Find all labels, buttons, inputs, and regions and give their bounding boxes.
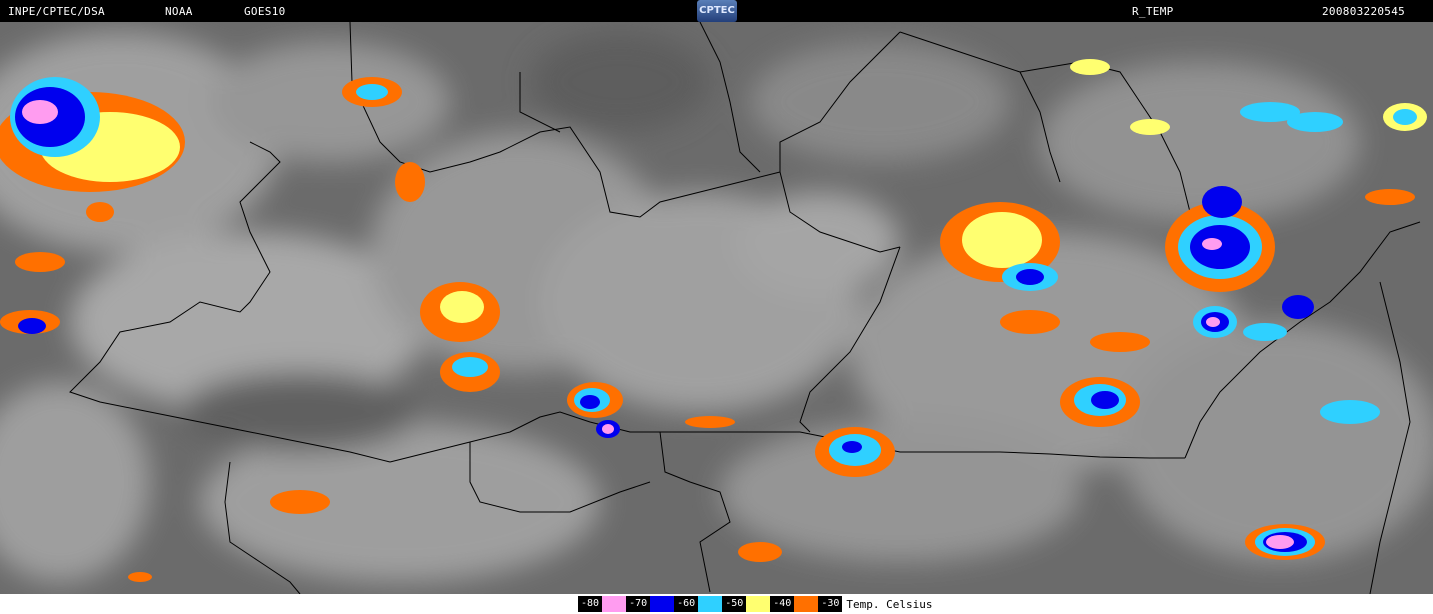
satellite-map-svg — [0, 22, 1433, 594]
legend-swatch-0 — [602, 596, 627, 612]
legend-swatch-4 — [794, 596, 819, 612]
storm-cell — [0, 310, 60, 334]
datetime-label: 200803220545 — [1322, 5, 1406, 18]
legend-swatch-1 — [650, 596, 675, 612]
legend-label-1: -70 — [626, 596, 651, 612]
storm-cell — [1245, 524, 1325, 560]
legend-bar: -80 -70 -60 -50 -40 -30 Temp. Celsius — [0, 594, 1433, 614]
legend-swatch-3 — [746, 596, 771, 612]
legend-label-3: -50 — [722, 596, 747, 612]
storm-cell — [815, 427, 895, 477]
legend-units: Temp. Celsius — [846, 597, 933, 611]
header-bar: INPE/CPTEC/DSA NOAA GOES10 CPTEC R_TEMP … — [0, 0, 1433, 22]
product-label: R_TEMP — [1132, 5, 1174, 18]
legend-swatch-2 — [698, 596, 723, 612]
temperature-legend: -80 -70 -60 -50 -40 -30 Temp. Celsius — [578, 596, 932, 612]
legend-label-4: -40 — [770, 596, 795, 612]
satellite-image — [0, 22, 1433, 594]
source-label: INPE/CPTEC/DSA — [8, 5, 105, 18]
legend-label-2: -60 — [674, 596, 699, 612]
cptec-logo: CPTEC — [697, 0, 737, 22]
satellite-label: GOES10 — [244, 5, 286, 18]
legend-label-5: -30 — [818, 596, 843, 612]
agency-label: NOAA — [165, 5, 193, 18]
storm-cell — [1060, 377, 1140, 427]
storm-cell — [342, 77, 402, 107]
legend-label-0: -80 — [578, 596, 603, 612]
storm-cell — [567, 382, 623, 438]
